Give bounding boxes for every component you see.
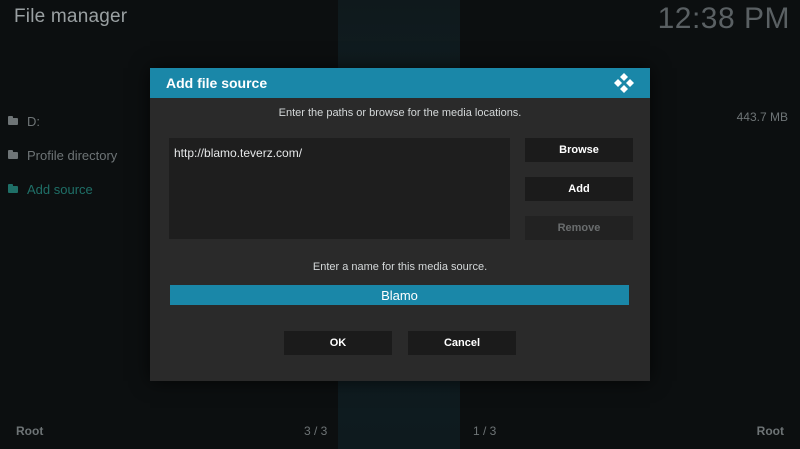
source-item-label: Add source <box>27 181 93 197</box>
dialog-header: Add file source <box>150 68 650 98</box>
paths-instruction: Enter the paths or browse for the media … <box>278 107 522 119</box>
free-space-label: 443.7 MB <box>736 110 788 124</box>
window-title: File manager <box>14 6 128 27</box>
add-file-source-dialog: Add file source Enter the paths or brows… <box>150 68 650 381</box>
footer-right-path: Root <box>756 424 784 438</box>
folder-icon <box>8 183 18 193</box>
footer-left-counter: 3 / 3 <box>304 424 328 438</box>
source-item-label: D: <box>27 113 40 129</box>
folder-icon <box>8 149 18 159</box>
footer-left-path: Root <box>16 424 44 438</box>
cancel-button[interactable]: Cancel <box>408 331 516 355</box>
footer-right-counter: 1 / 3 <box>473 424 497 438</box>
folder-icon <box>8 115 18 125</box>
name-instruction: Enter a name for this media source. <box>312 261 488 273</box>
add-button[interactable]: Add <box>525 177 633 201</box>
path-entry[interactable]: http://blamo.teverz.com/ <box>174 146 505 160</box>
source-name-input[interactable] <box>170 285 629 305</box>
dialog-title: Add file source <box>166 75 268 91</box>
kodi-logo-icon <box>614 73 634 93</box>
source-item-label: Profile directory <box>27 147 118 163</box>
paths-list[interactable]: http://blamo.teverz.com/ <box>169 138 510 239</box>
remove-button[interactable]: Remove <box>525 216 633 240</box>
footer: Root 3 / 3 1 / 3 Root <box>0 424 800 442</box>
ok-button[interactable]: OK <box>284 331 392 355</box>
browse-button[interactable]: Browse <box>525 138 633 162</box>
clock: 12:38 PM <box>657 2 790 35</box>
